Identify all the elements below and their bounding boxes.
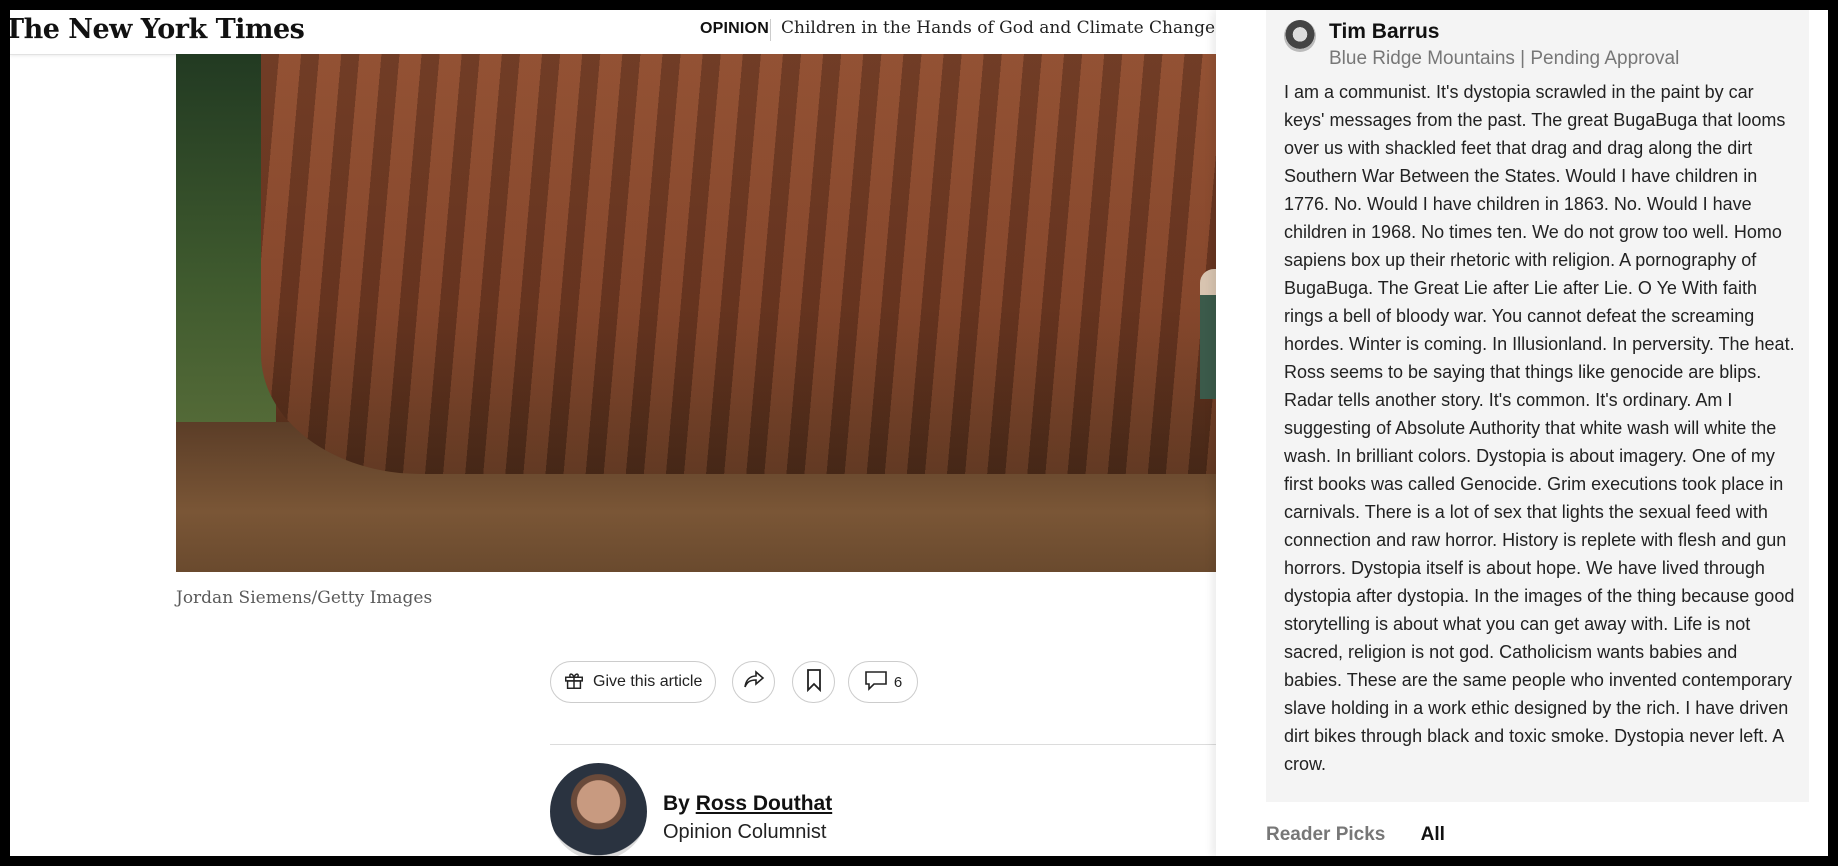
article-photo (176, 54, 1226, 572)
comment-card: Tim Barrus Blue Ridge Mountains | Pendin… (1266, 10, 1809, 802)
photo-credit: Jordan Siemens/Getty Images (176, 588, 433, 608)
header-headline: Children in the Hands of God and Climate… (781, 18, 1216, 38)
comment-icon (864, 669, 888, 696)
nyt-logo[interactable]: The New York Times (10, 14, 305, 45)
commenter-avatar (1284, 20, 1316, 52)
comments-panel: Tim Barrus Blue Ridge Mountains | Pendin… (1216, 10, 1828, 856)
browser-viewport: The New York Times OPINION Children in t… (10, 10, 1828, 856)
byline: By Ross Douthat (663, 792, 832, 816)
author-role: Opinion Columnist (663, 821, 827, 843)
gift-icon (563, 669, 585, 696)
comment-body: I am a communist. It's dystopia scrawled… (1284, 82, 1795, 774)
tab-all[interactable]: All (1421, 824, 1445, 846)
section-label[interactable]: OPINION (700, 20, 769, 38)
share-button[interactable] (732, 661, 775, 703)
comment-count: 6 (893, 673, 903, 691)
share-icon (742, 669, 766, 696)
tab-reader-picks[interactable]: Reader Picks (1266, 824, 1385, 846)
byline-prefix: By (663, 792, 690, 815)
save-button[interactable] (792, 661, 835, 703)
give-article-label: Give this article (593, 673, 703, 690)
top-bar: The New York Times OPINION Children in t… (10, 10, 1216, 55)
author-link[interactable]: Ross Douthat (696, 792, 833, 815)
give-article-button[interactable]: Give this article (550, 661, 716, 703)
commenter-name[interactable]: Tim Barrus (1329, 20, 1440, 44)
commenter-meta: Blue Ridge Mountains | Pending Approval (1329, 48, 1680, 69)
comments-button[interactable]: 6 (848, 661, 918, 703)
author-avatar[interactable] (550, 763, 647, 856)
header-divider (770, 19, 771, 41)
bookmark-icon (805, 668, 823, 697)
byline-divider (550, 744, 1220, 745)
photo-sequoia-trunk (261, 54, 1226, 474)
comment-tabs: Reader Picks All (1266, 824, 1475, 846)
